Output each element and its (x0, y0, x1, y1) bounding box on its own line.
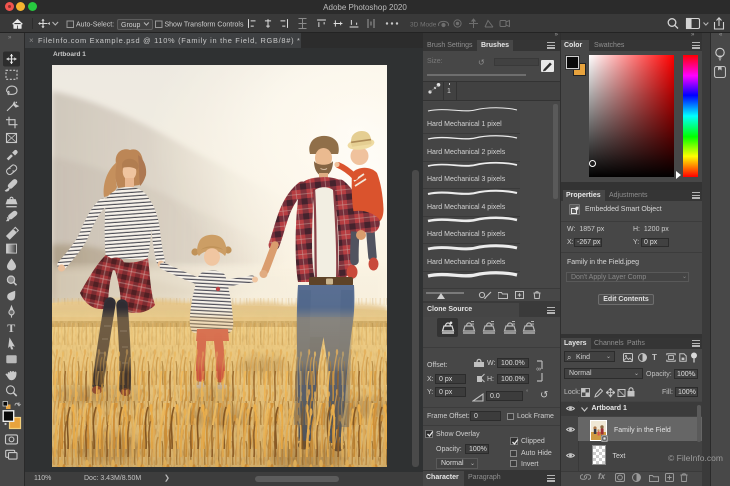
svg-text:3D Mode: 3D Mode (410, 21, 437, 28)
svg-text:Show Transform Controls: Show Transform Controls (165, 22, 244, 29)
svg-text:Group: Group (121, 22, 141, 29)
svg-text:Auto-Select:: Auto-Select: (76, 22, 114, 29)
